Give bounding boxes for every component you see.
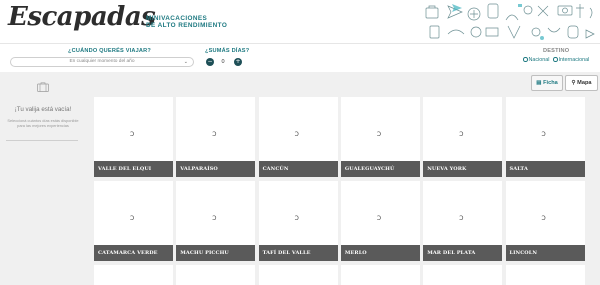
view-toggle-ficha-label: Ficha [543, 80, 558, 86]
days-label: ¿SUMÁS DÍAS? [205, 48, 250, 54]
days-value: 0 [221, 59, 225, 65]
destination-card-label: CANCÚN [258, 161, 338, 177]
radio-circle-icon [553, 57, 558, 62]
days-increment-button[interactable]: + [234, 58, 242, 66]
destination-card-label: NUEVA YORK [423, 161, 503, 177]
destination-radio-nacional[interactable]: Nacional [523, 57, 549, 63]
destination-card-label: VALPARAÍSO [176, 161, 256, 177]
view-toggle-mapa[interactable]: ⚲ Mapa [565, 75, 598, 91]
destination-card-label: MERLO [340, 245, 420, 261]
destination-radio-internacional[interactable]: Internacional [553, 57, 589, 63]
destination-label: DESTINO [543, 48, 570, 54]
destination-card-label: TAFÍ DEL VALLE [258, 245, 338, 261]
loading-spinner-icon: Ɔ [294, 131, 299, 138]
destination-card[interactable]: Ɔ CANCÚN [258, 97, 338, 177]
days-decrement-button[interactable]: − [206, 58, 214, 66]
radio-label-internacional: Internacional [558, 57, 590, 63]
loading-spinner-icon: Ɔ [130, 215, 135, 222]
loading-spinner-icon: Ɔ [541, 131, 546, 138]
when-select-value: En cualquier momento del año [69, 59, 135, 64]
destination-card[interactable]: Ɔ CATAMARCA VERDE [94, 181, 173, 261]
destination-card[interactable]: Ɔ TAFÍ DEL VALLE [258, 181, 338, 261]
loading-spinner-icon: Ɔ [212, 131, 217, 138]
destination-card-label: LINCOLN [505, 245, 585, 261]
destination-card[interactable]: Ɔ MAR DEL PLATA [423, 181, 503, 261]
loading-spinner-icon: Ɔ [130, 131, 135, 138]
loading-spinner-icon: Ɔ [541, 215, 546, 222]
site-logo[interactable]: Escapadas [8, 2, 156, 32]
loading-spinner-icon: Ɔ [376, 131, 382, 138]
destination-card[interactable]: Ɔ NUEVA YORK [423, 97, 503, 177]
main-content: ¡Tu valija está vacía! Seleccioná cuánto… [0, 72, 600, 285]
when-label: ¿CUÁNDO QUERÉS VIAJAR? [68, 48, 152, 54]
travel-doodles-illustration [418, 0, 600, 44]
destination-card-partial[interactable] [94, 265, 173, 285]
suitcase-icon [37, 82, 49, 92]
destination-card-partial[interactable] [423, 265, 503, 285]
when-select[interactable]: En cualquier momento del año ⌄ [10, 57, 194, 67]
trip-sidebar: ¡Tu valija está vacía! Seleccioná cuánto… [0, 72, 86, 285]
map-icon: ⚲ [571, 80, 576, 86]
sidebar-divider [6, 140, 78, 141]
destination-card[interactable]: Ɔ SALTA [505, 97, 585, 177]
site-tagline: MINIVACACIONES DE ALTO RENDIMIENTO [146, 15, 227, 30]
destination-card[interactable]: Ɔ MERLO [340, 181, 420, 261]
destination-card-partial[interactable] [258, 265, 338, 285]
destination-card-label: SALTA [505, 161, 585, 177]
destination-card-partial[interactable] [505, 265, 585, 285]
view-toggle-mapa-label: Mapa [577, 80, 592, 86]
destination-card[interactable]: Ɔ LINCOLN [505, 181, 585, 261]
view-toggle-ficha[interactable]: ▤ Ficha [531, 75, 563, 91]
destination-grid: Ɔ VALLE DEL ELQUI Ɔ VALPARAÍSO Ɔ CANCÚN Ɔ GUALE… [94, 97, 600, 285]
chevron-down-icon: ⌄ [183, 59, 188, 65]
loading-spinner-icon: Ɔ [459, 131, 464, 138]
destination-card[interactable]: Ɔ VALLE DEL ELQUI [94, 97, 173, 177]
empty-suitcase-title: ¡Tu valija está vacía! [14, 106, 72, 113]
destination-card-label: CATAMARCA VERDE [94, 245, 173, 261]
filter-bar: ¿CUÁNDO QUERÉS VIAJAR? En cualquier mome… [0, 44, 600, 72]
loading-spinner-icon: Ɔ [376, 215, 382, 222]
loading-spinner-icon: Ɔ [212, 215, 217, 222]
list-icon: ▤ [536, 80, 542, 86]
tagline-line-1: MINIVACACIONES [146, 15, 208, 22]
destination-card-partial[interactable] [340, 265, 420, 285]
destination-card-label: GUALEGUAYCHÚ [340, 161, 420, 177]
site-header: Escapadas MINIVACACIONES DE ALTO RENDIMI… [0, 0, 600, 44]
destination-card[interactable]: Ɔ GUALEGUAYCHÚ [340, 97, 420, 177]
destination-card-label: MAR DEL PLATA [423, 245, 503, 261]
radio-circle-icon [523, 57, 528, 62]
tagline-line-2: DE ALTO RENDIMIENTO [146, 22, 228, 30]
loading-spinner-icon: Ɔ [294, 215, 299, 222]
destination-card[interactable]: Ɔ VALPARAÍSO [176, 97, 256, 177]
destination-card-partial[interactable] [176, 265, 256, 285]
destination-card-label: MACHU PICCHU [176, 245, 256, 261]
travel-doodles-icon [425, 3, 595, 40]
destination-card-label: VALLE DEL ELQUI [94, 161, 173, 177]
destination-card[interactable]: Ɔ MACHU PICCHU [176, 181, 256, 261]
radio-label-nacional: Nacional [528, 57, 550, 63]
loading-spinner-icon: Ɔ [459, 215, 464, 222]
empty-suitcase-description: Seleccioná cuántos días estás disponible… [7, 118, 79, 128]
